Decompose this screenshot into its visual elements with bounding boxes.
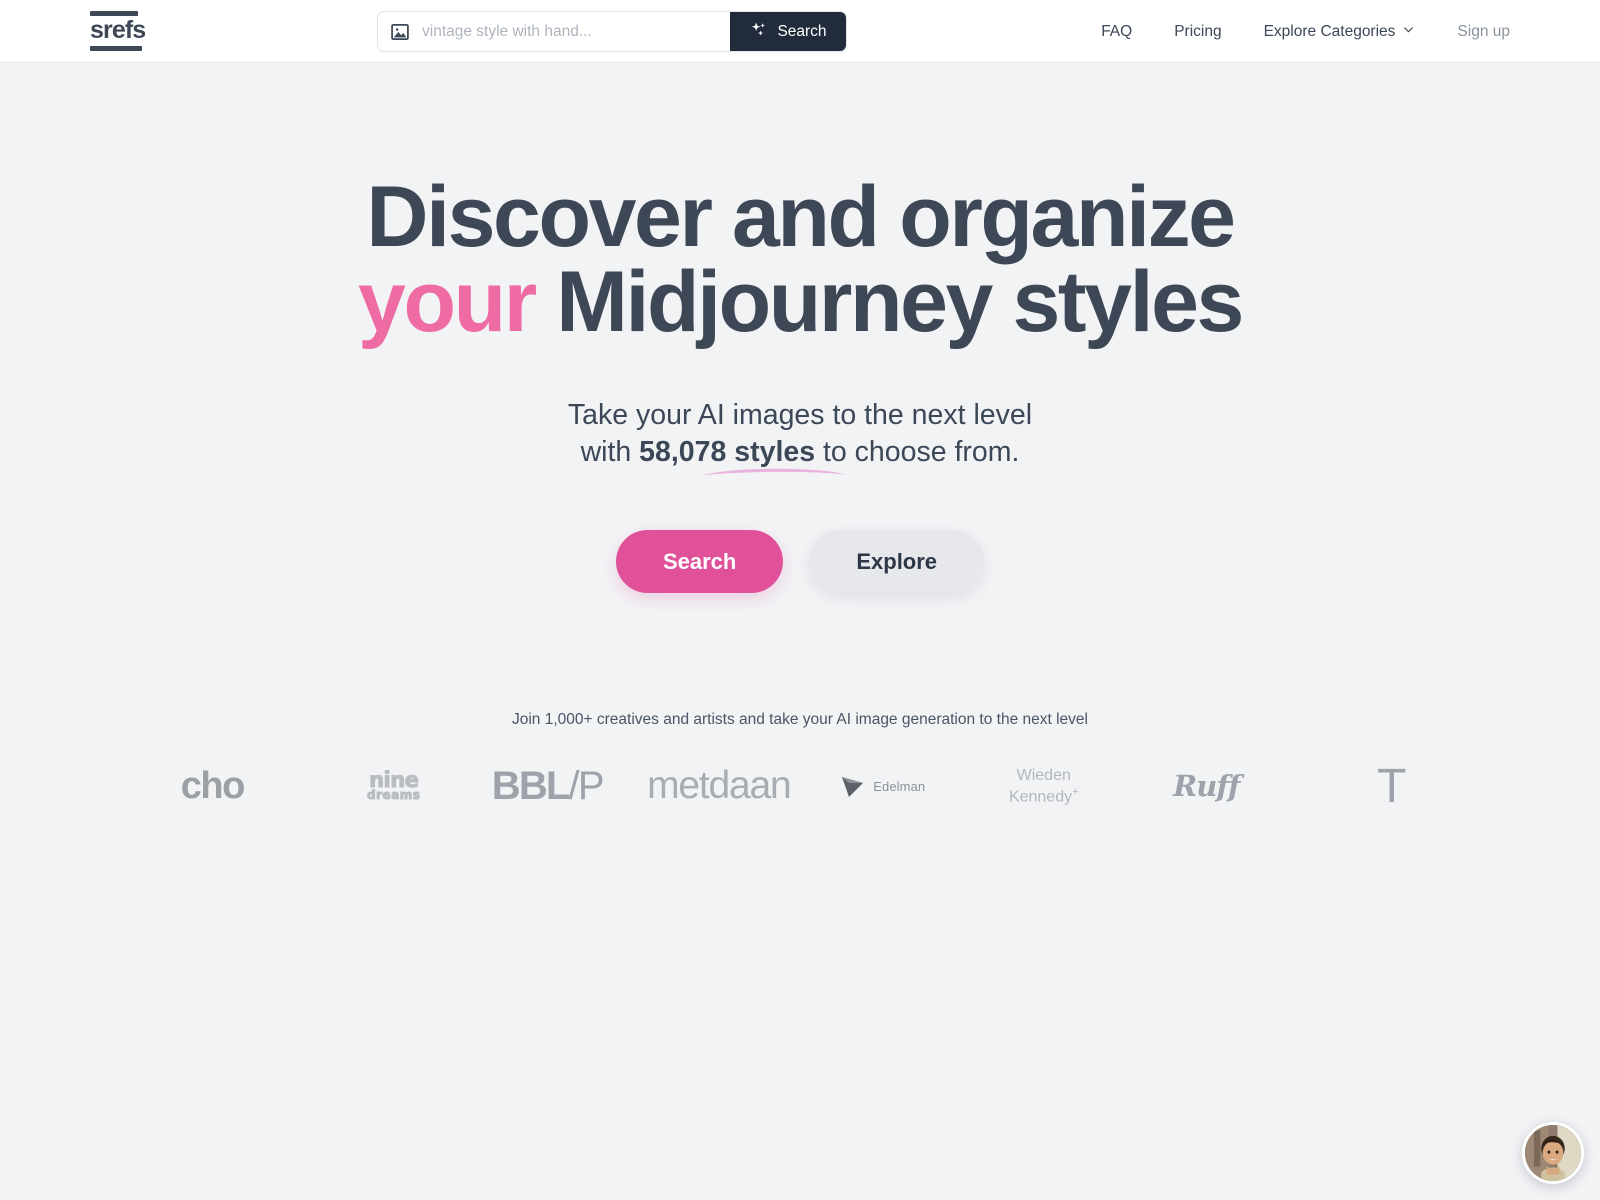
dreams-text: dreams <box>367 788 421 803</box>
image-icon <box>378 12 422 51</box>
brand-logos-row: cho nine dreams BBL/P metdaan Edelman Wi… <box>0 751 1600 821</box>
page-title: Discover and organize your Midjourney st… <box>295 174 1305 345</box>
bbl-bold: BBL <box>491 763 571 808</box>
nav-item-sign-up[interactable]: Sign up <box>1436 23 1510 41</box>
avatar <box>1525 1125 1581 1181</box>
edelman-mark-icon <box>837 769 867 804</box>
t-wordmark: T <box>1377 759 1407 813</box>
nav-item-label: FAQ <box>1101 22 1133 40</box>
brand-logo-wieden-kennedy: Wieden Kennedy+ <box>963 766 1126 807</box>
brand-logo-ruff: Ruff <box>1125 769 1288 803</box>
social-proof-text: Join 1,000+ creatives and artists and ta… <box>511 711 1088 729</box>
sparkles-icon <box>749 20 768 44</box>
ruff-wordmark: Ruff <box>1173 769 1240 804</box>
icho-wordmark: cho <box>180 764 246 807</box>
hero-subtitle: Take your AI images to the next level wi… <box>567 397 1033 476</box>
brand-logo-nine-dreams: nine dreams <box>313 769 476 803</box>
nav-item-label: Pricing <box>1174 22 1222 40</box>
logo-bar-bottom <box>90 46 142 52</box>
primary-nav: FAQ Pricing Explore Categories Sign up <box>1080 0 1510 63</box>
brand-logo-t: T <box>1288 759 1451 814</box>
brand-logo-bbl-p: BBL/P <box>475 764 638 809</box>
srefs-logo[interactable]: srefs <box>90 10 148 52</box>
search-input[interactable] <box>422 12 730 51</box>
subtitle-line-1: Take your AI images to the next level <box>567 399 1033 432</box>
header-search-button[interactable]: Search <box>730 12 846 51</box>
nav-item-label: Explore Categories <box>1263 22 1396 40</box>
nav-item-label: Sign up <box>1457 22 1510 40</box>
bbl-wordmark: BBL/P <box>491 763 605 809</box>
wk-plus: + <box>1072 785 1079 798</box>
logo-wordmark: srefs <box>90 15 146 44</box>
metdaan-wordmark: metdaan <box>647 764 792 808</box>
headline-line-2: Midjourney <box>534 254 993 351</box>
logo-bar-top <box>90 10 138 16</box>
header-search-bar[interactable]: Search <box>377 11 847 52</box>
kennedy-text: Kennedy <box>1008 787 1073 805</box>
brand-logo-metdaan: metdaan <box>638 764 801 808</box>
hero-section: Discover and organize your Midjourney st… <box>0 63 1600 594</box>
bbl-thin: /P <box>568 763 605 808</box>
brand-logo-icho: cho <box>150 765 313 808</box>
headline-accent-word: your <box>358 254 537 351</box>
styles-count: 58,078 styles <box>639 435 816 468</box>
nine-dreams-wordmark: nine dreams <box>367 769 421 803</box>
subtitle-suffix: to choose from. <box>815 435 1020 468</box>
headline-line-3: styles <box>1012 254 1245 351</box>
search-button-label: Search <box>777 22 827 40</box>
wieden-text: Wieden <box>1016 766 1071 784</box>
support-chat-avatar[interactable] <box>1522 1122 1584 1184</box>
hero-explore-button[interactable]: Explore <box>809 530 985 594</box>
hero-cta-row: Search Explore <box>0 530 1600 594</box>
brand-logo-edelman: Edelman <box>800 769 963 804</box>
headline-line-1: Discover and organize <box>366 169 1236 265</box>
nav-item-explore-categories[interactable]: Explore Categories <box>1243 23 1437 41</box>
nav-item-pricing[interactable]: Pricing <box>1153 23 1242 41</box>
edelman-wordmark: Edelman <box>873 778 926 794</box>
nav-item-faq[interactable]: FAQ <box>1080 23 1153 41</box>
site-header: srefs Search FAQ <box>0 0 1600 63</box>
hero-search-button[interactable]: Search <box>615 530 784 594</box>
subtitle-line-2: with 58,078 styles to choose from. <box>568 434 1032 470</box>
chevron-down-icon <box>1402 23 1415 41</box>
subtitle-prefix: with <box>580 435 640 468</box>
